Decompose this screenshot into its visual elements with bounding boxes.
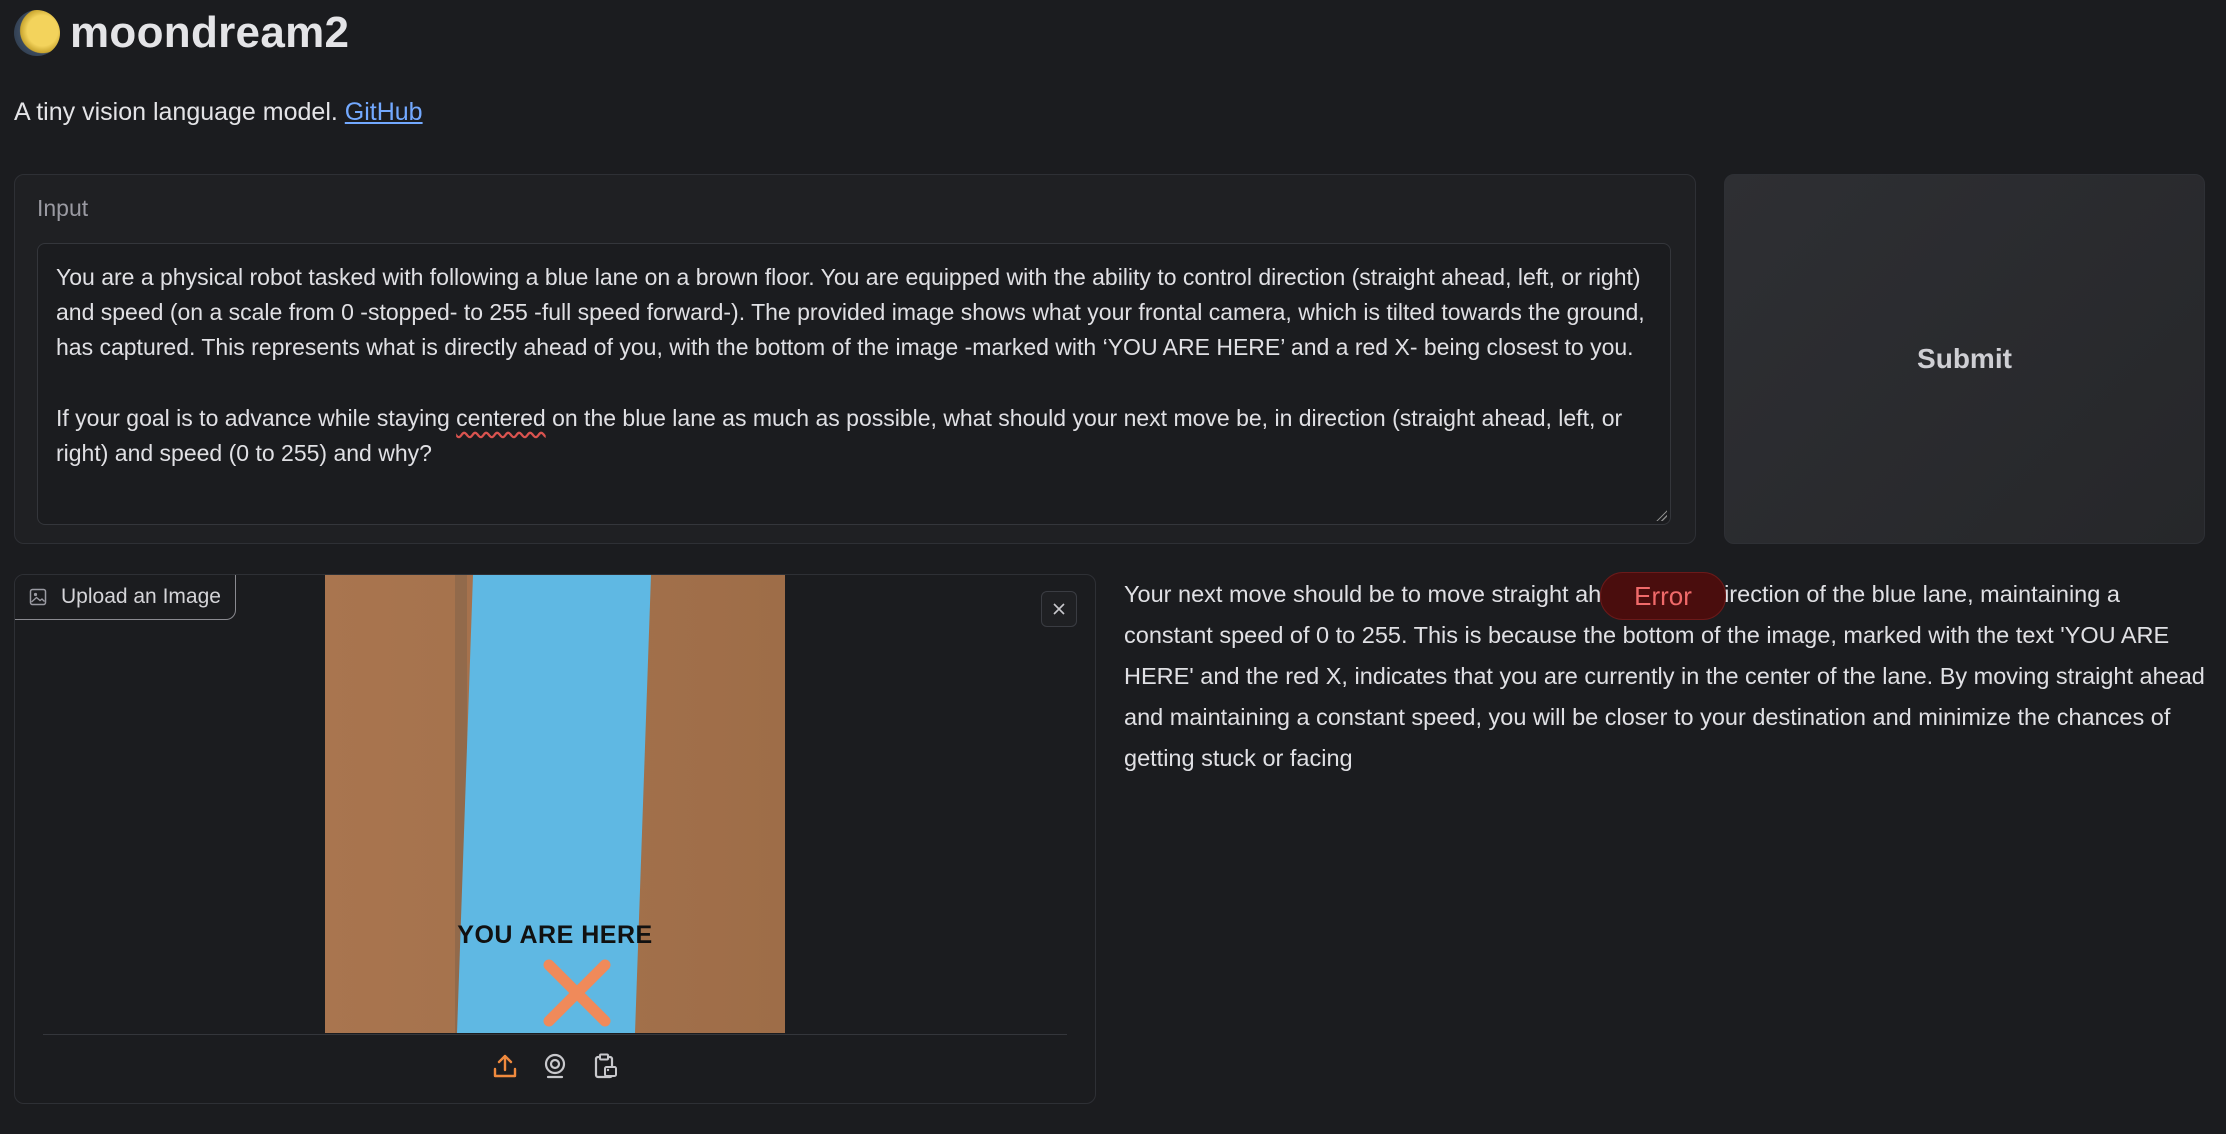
webcam-icon xyxy=(544,1053,566,1079)
clipboard-source-button[interactable] xyxy=(590,1051,620,1081)
upload-source-button[interactable] xyxy=(490,1051,520,1081)
image-source-toolbar xyxy=(15,1051,1095,1081)
subtitle-text: A tiny vision language model. xyxy=(14,98,338,126)
image-icon xyxy=(29,588,47,606)
prompt-paragraph-2: If your goal is to advance while staying… xyxy=(56,405,1623,466)
upload-image-label: Upload an Image xyxy=(15,575,236,620)
webcam-source-button[interactable] xyxy=(540,1051,570,1081)
error-badge: Error xyxy=(1600,572,1726,620)
clipboard-icon xyxy=(594,1053,617,1079)
app-title: moondream2 xyxy=(70,8,350,57)
upload-image-text: Upload an Image xyxy=(61,585,221,608)
input-label: Input xyxy=(37,195,89,221)
moon-logo-icon xyxy=(14,10,60,56)
app-header: moondream2 xyxy=(14,8,349,58)
clear-image-button[interactable] xyxy=(1041,591,1077,627)
image-input-panel: Upload an Image YOU ARE HERE xyxy=(14,574,1096,1104)
red-x-mark-icon xyxy=(543,959,611,1027)
prompt-textarea[interactable]: You are a physical robot tasked with fol… xyxy=(37,243,1671,525)
upload-icon xyxy=(493,1054,517,1078)
resize-handle-icon[interactable] xyxy=(1655,509,1667,521)
spellcheck-flagged-word: centered xyxy=(456,405,546,431)
github-link[interactable]: GitHub xyxy=(345,98,423,126)
divider xyxy=(43,1034,1067,1035)
prompt-paragraph-1: You are a physical robot tasked with fol… xyxy=(56,264,1645,360)
image-caption: YOU ARE HERE xyxy=(457,921,653,949)
input-panel: Input You are a physical robot tasked wi… xyxy=(14,174,1696,544)
submit-button[interactable]: Submit xyxy=(1724,174,2205,544)
app-subtitle: A tiny vision language model. GitHub xyxy=(14,98,423,127)
close-icon xyxy=(1053,603,1065,615)
uploaded-image: YOU ARE HERE xyxy=(325,575,785,1033)
